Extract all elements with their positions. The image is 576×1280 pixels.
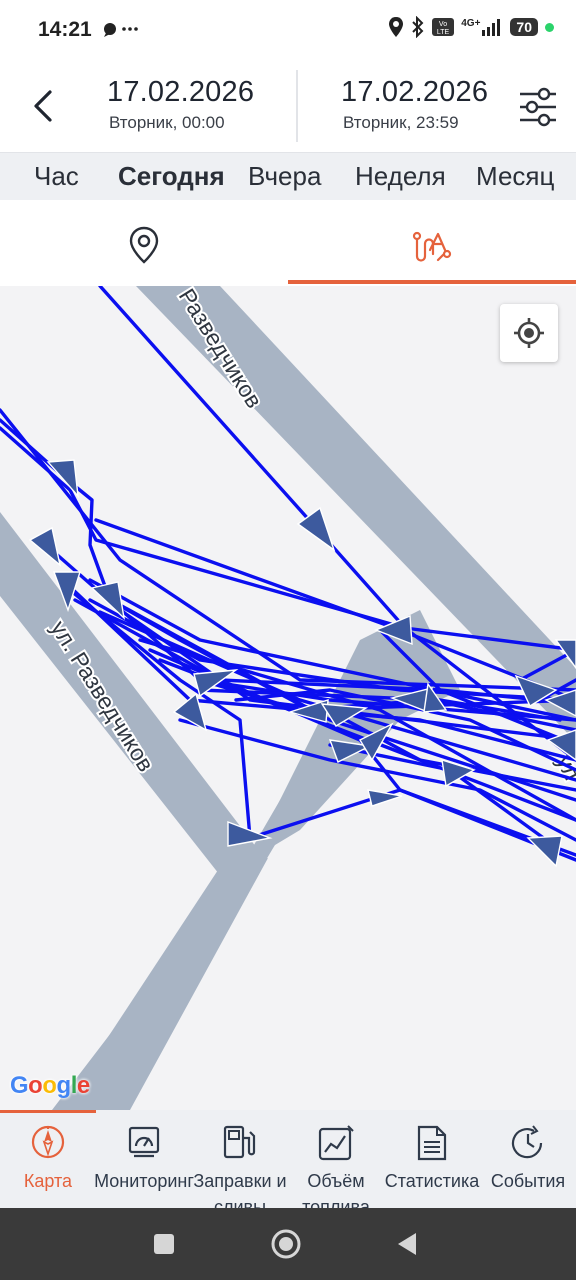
view-tabs — [0, 200, 576, 286]
nav-label: Карта — [23, 1171, 73, 1191]
status-time: 14:21 — [38, 18, 92, 41]
map-canvas: Разведчиков ул. Разведчиков ул — [0, 286, 576, 1110]
svg-text:Vo: Vo — [439, 21, 447, 28]
period-tab-hour[interactable]: Час — [34, 161, 79, 192]
period-tab-yesterday[interactable]: Вчера — [248, 161, 321, 192]
nav-monitoring[interactable]: Мониторинг — [94, 1110, 194, 1208]
system-navigation-bar — [0, 1208, 576, 1280]
end-time: Вторник, 23:59 — [343, 113, 459, 132]
monitoring-icon — [128, 1126, 160, 1158]
active-tab-indicator — [288, 280, 576, 284]
back-button[interactable] — [26, 84, 66, 128]
date-range-header: 17.02.2026 Вторник, 00:00 17.02.2026 Вто… — [0, 62, 576, 152]
start-date-picker[interactable]: 17.02.2026 Вторник, 00:00 — [107, 76, 307, 133]
status-bar: 14:21 Vo LTE 4G+ 70 — [0, 0, 576, 62]
map-pin-icon — [129, 226, 159, 264]
nav-fuel-volume[interactable]: Объём топлива — [288, 1110, 384, 1217]
status-icons: Vo LTE 4G+ 70 — [388, 16, 554, 38]
nav-label: Мониторинг — [94, 1171, 194, 1191]
tab-map-points[interactable] — [0, 200, 288, 286]
network-type: 4G+ — [461, 17, 481, 29]
svg-text:LTE: LTE — [437, 29, 450, 36]
recents-button[interactable] — [148, 1228, 180, 1260]
filter-button[interactable] — [518, 86, 558, 128]
nav-refuels[interactable]: Заправки и сливы — [192, 1110, 288, 1217]
google-attribution: Google — [10, 1072, 90, 1099]
header-divider — [296, 70, 298, 142]
period-tab-week[interactable]: Неделя — [355, 161, 446, 192]
period-tab-month[interactable]: Месяц — [476, 161, 554, 192]
road-lower-trunk — [60, 858, 268, 1110]
back-nav-button[interactable] — [392, 1228, 424, 1260]
nav-label: Статистика — [384, 1171, 480, 1191]
square-icon — [154, 1234, 174, 1254]
start-date: 17.02.2026 — [107, 76, 255, 108]
nav-events[interactable]: События — [480, 1110, 576, 1208]
location-icon — [389, 17, 404, 37]
start-time: Вторник, 00:00 — [109, 113, 225, 132]
route-icon — [412, 231, 452, 262]
sliders-icon — [520, 87, 556, 127]
triangle-back-icon — [398, 1233, 416, 1255]
privacy-dot — [545, 22, 554, 32]
fuel-volume-chart-icon — [318, 1125, 354, 1161]
chevron-left-icon — [34, 90, 52, 122]
crosshair-icon — [514, 318, 544, 348]
end-date-picker[interactable]: 17.02.2026 Вторник, 23:59 — [341, 76, 541, 133]
fuel-icon — [223, 1125, 256, 1159]
circle-icon — [271, 1229, 301, 1259]
bluetooth-icon — [412, 16, 424, 38]
events-clock-icon — [511, 1125, 543, 1159]
battery-icon: 70 — [510, 18, 538, 36]
nav-map[interactable]: Карта — [0, 1110, 96, 1208]
end-date: 17.02.2026 — [341, 76, 489, 108]
my-location-button[interactable] — [500, 304, 558, 362]
signal-icon — [482, 19, 501, 36]
nav-statistics[interactable]: Статистика — [384, 1110, 480, 1208]
statistics-icon — [417, 1125, 447, 1161]
compass-icon — [31, 1125, 65, 1159]
volte-icon: VoLTE — [432, 18, 455, 36]
period-tabs: Час Сегодня Вчера Неделя Месяц — [0, 152, 576, 202]
home-button[interactable] — [270, 1228, 302, 1260]
notification-icons — [102, 19, 142, 44]
nav-label: События — [490, 1171, 566, 1191]
map-view[interactable]: Разведчиков ул. Разведчиков ул Google — [0, 286, 576, 1110]
bottom-navigation: Карта Мониторинг Заправки и сливы Объём … — [0, 1110, 576, 1217]
period-tab-today[interactable]: Сегодня — [118, 161, 225, 192]
tab-route[interactable] — [288, 200, 576, 286]
direction-arrow — [526, 835, 563, 868]
